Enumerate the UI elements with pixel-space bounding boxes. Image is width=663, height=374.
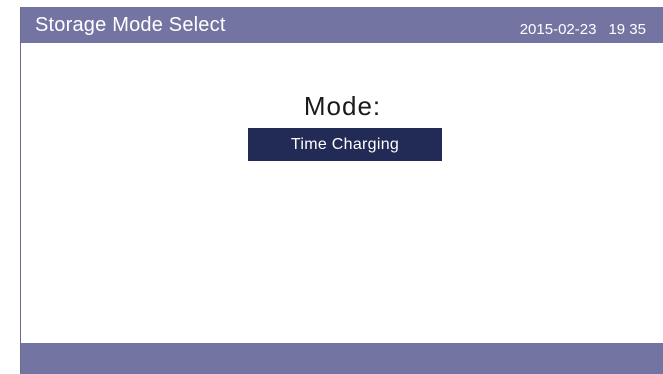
mode-selector[interactable]: Time Charging [248,128,442,161]
mode-label: Mode: [303,91,382,121]
title-bar: Storage Mode Select 2015-02-23 19 35 [21,7,663,43]
time-text: 19 35 [608,21,646,38]
datetime-display: 2015-02-23 19 35 [520,21,646,38]
lcd-screen: Storage Mode Select 2015-02-23 19 35 Mode… [20,7,663,374]
bottom-bar [21,343,663,374]
page-title: Storage Mode Select [35,14,226,36]
date-text: 2015-02-23 [519,21,597,38]
